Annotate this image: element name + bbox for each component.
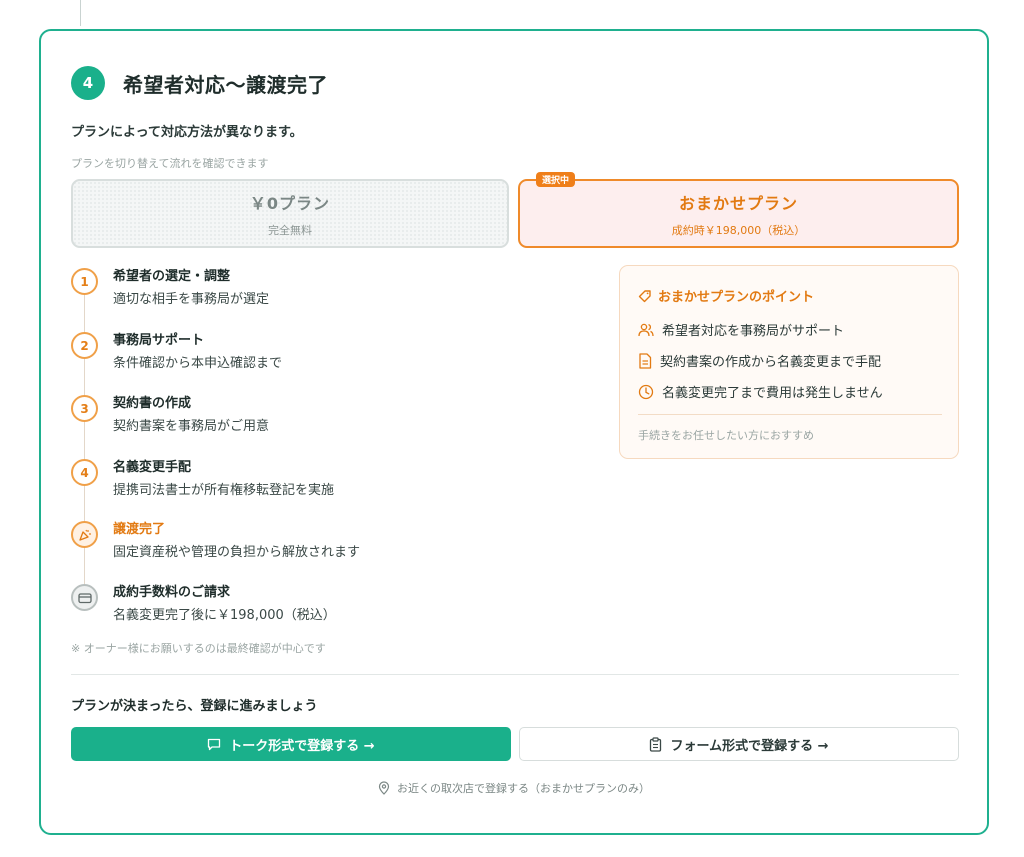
plan-price: 完全無料 (268, 223, 312, 237)
plan-option-free[interactable]: ￥0プラン 完全無料 (71, 179, 509, 248)
store-register-link[interactable]: お近くの取次店で登録する（おまかせプランのみ） (41, 780, 987, 796)
timeline-step-title: 譲渡完了 (113, 522, 166, 537)
button-label: トーク形式で登録する → (229, 738, 375, 754)
register-talk-button[interactable]: トーク形式で登録する → (71, 727, 511, 761)
plan-price: 成約時￥198,000（税込） (671, 223, 806, 237)
register-heading: プランが決まったら、登録に進みましょう (71, 699, 318, 714)
timeline-step-title: 名義変更手配 (113, 460, 192, 475)
points-heading: おまかせプランのポイント (638, 286, 814, 305)
point-text: 希望者対応を事務局がサポート (662, 324, 845, 339)
timeline-step-desc: 条件確認から本申込確認まで (113, 356, 283, 371)
party-popper-icon (71, 521, 98, 548)
timeline-step-desc: 適切な相手を事務局が選定 (113, 292, 270, 307)
tag-icon (638, 289, 651, 302)
step-number-badge: 4 (71, 66, 105, 100)
plan-name: おまかせプラン (678, 193, 798, 213)
step-marker: 2 (71, 332, 98, 359)
point-text: 名義変更完了まで費用は発生しません (662, 386, 883, 401)
credit-card-icon (71, 584, 98, 611)
register-form-button[interactable]: フォーム形式で登録する → (519, 727, 959, 761)
step-header: 4 希望者対応〜譲渡完了 (71, 66, 328, 100)
location-pin-icon (378, 781, 390, 795)
timeline-step-title: 事務局サポート (113, 333, 205, 348)
footnote: ※ オーナー様にお願いするのは最終確認が中心です (71, 642, 326, 655)
step-marker: 4 (71, 459, 98, 486)
step-title: 希望者対応〜譲渡完了 (123, 72, 328, 97)
step-subtitle: プランによって対応方法が異なります。 (71, 125, 303, 140)
point-item: 名義変更完了まで費用は発生しません (638, 382, 883, 401)
points-title-text: おまかせプランのポイント (658, 290, 815, 305)
document-icon (639, 352, 652, 369)
step-marker: 3 (71, 395, 98, 422)
section-divider (71, 674, 959, 675)
timeline-step-desc: 契約書案を事務局がご用意 (113, 419, 270, 434)
plan-name: ￥0プラン (249, 193, 331, 213)
timeline-step-desc: 提携司法書士が所有権移転登記を実施 (113, 483, 335, 498)
point-item: 希望者対応を事務局がサポート (638, 320, 844, 339)
plan-switch-hint: プランを切り替えて流れを確認できます (71, 157, 269, 170)
top-connector-line (80, 0, 81, 26)
timeline-step-title: 成約手数料のご請求 (113, 585, 231, 600)
store-link-text: お近くの取次店で登録する（おまかせプランのみ） (397, 782, 650, 795)
points-divider (638, 414, 942, 415)
point-item: 契約書案の作成から名義変更まで手配 (638, 351, 881, 370)
plan-option-omakase[interactable]: 選択中 おまかせプラン 成約時￥198,000（税込） (518, 172, 959, 248)
timeline-step-title: 契約書の作成 (113, 396, 192, 411)
clipboard-icon (650, 736, 662, 752)
users-icon (638, 323, 654, 336)
timeline-step-title: 希望者の選定・調整 (113, 269, 231, 284)
step-card: 4 希望者対応〜譲渡完了 プランによって対応方法が異なります。 プランを切り替え… (39, 29, 989, 835)
timeline-step-desc: 固定資産税や管理の負担から解放されます (113, 545, 361, 560)
plan-points-box: おまかせプランのポイント 希望者対応を事務局がサポート 契約書案の作成から名義変… (619, 265, 959, 459)
selected-badge: 選択中 (536, 172, 576, 187)
button-label: フォーム形式で登録する → (670, 738, 829, 754)
timeline-step-desc: 名義変更完了後に￥198,000（税込） (113, 608, 336, 623)
chat-icon (208, 738, 221, 750)
point-text: 契約書案の作成から名義変更まで手配 (660, 355, 882, 370)
step-marker: 1 (71, 268, 98, 295)
points-note: 手続きをお任せしたい方におすすめ (638, 429, 814, 442)
clock-icon (638, 384, 654, 399)
